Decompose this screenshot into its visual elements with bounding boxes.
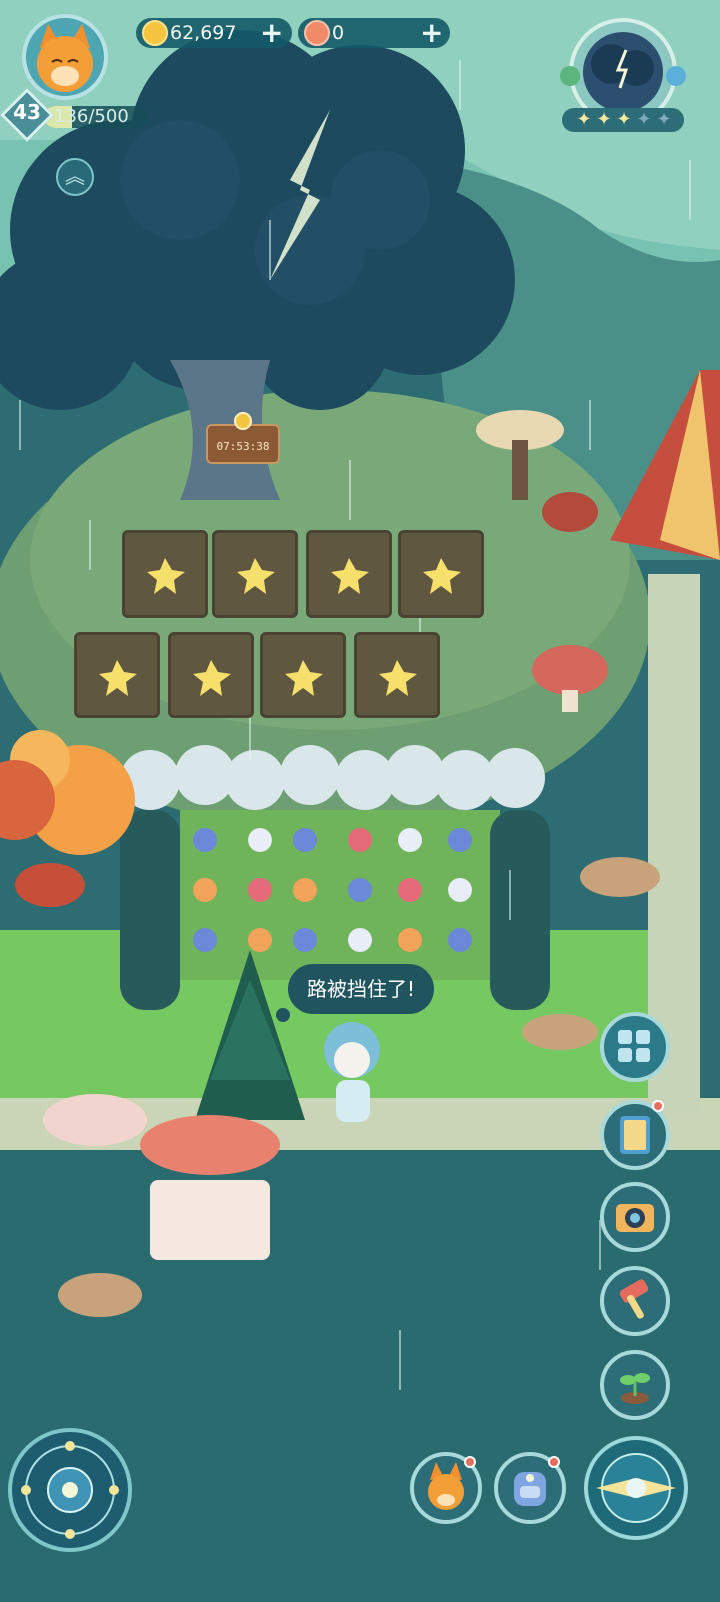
level-number: 43	[13, 100, 41, 124]
coin-amount: 62,697	[170, 22, 237, 44]
gem-amount: 0	[332, 22, 345, 44]
camera-button[interactable]	[600, 1182, 670, 1252]
layout-editor-button[interactable]	[600, 1012, 670, 1082]
harvest-timer-sign[interactable]: 07:53:38	[206, 412, 280, 464]
hammer-icon	[619, 1279, 649, 1319]
game-scene: 07:53:38 路被挡住了! 136/500 43 ︽ 62,697 + 0 …	[0, 0, 720, 1602]
star-icon: ✦	[576, 109, 592, 130]
add-gems-button[interactable]: +	[420, 18, 443, 48]
add-coins-button[interactable]: +	[260, 18, 283, 48]
layout-editor-icon	[618, 1030, 650, 1062]
camera-icon	[616, 1204, 654, 1232]
book-icon	[620, 1116, 650, 1154]
star-icon: ✦	[656, 109, 672, 130]
speech-bubble: 路被挡住了!	[288, 964, 434, 1014]
sprout-icon	[620, 1373, 650, 1404]
rune-compass-button[interactable]	[8, 1428, 132, 1552]
rune-compass-icon	[21, 1441, 119, 1539]
avatar-fox-icon	[37, 24, 93, 92]
navigator-icon	[596, 1453, 676, 1523]
build-button[interactable]	[600, 1266, 670, 1336]
garden-button[interactable]	[600, 1350, 670, 1420]
player-avatar[interactable]	[22, 14, 108, 100]
notification-dot	[652, 1100, 664, 1112]
star-icon: ✦	[616, 109, 632, 130]
xp-text: 136/500	[54, 106, 129, 127]
speech-bubble-tail	[276, 1008, 290, 1022]
gem-icon	[304, 20, 330, 46]
expand-button[interactable]: ︽	[56, 158, 94, 196]
star-icon: ✦	[596, 109, 612, 130]
coin-icon	[234, 412, 252, 430]
navigator-button[interactable]	[584, 1436, 688, 1540]
weather-badge[interactable]: ✦ ✦ ✦ ✦ ✦	[556, 14, 690, 142]
weather-stars: ✦ ✦ ✦ ✦ ✦	[574, 110, 674, 130]
notification-dot	[464, 1456, 476, 1468]
coin-icon	[142, 20, 168, 46]
star-icon: ✦	[636, 109, 652, 130]
harvest-timer: 07:53:38	[216, 440, 270, 453]
notification-dot	[548, 1456, 560, 1468]
chevron-up-icon: ︽	[65, 164, 85, 188]
